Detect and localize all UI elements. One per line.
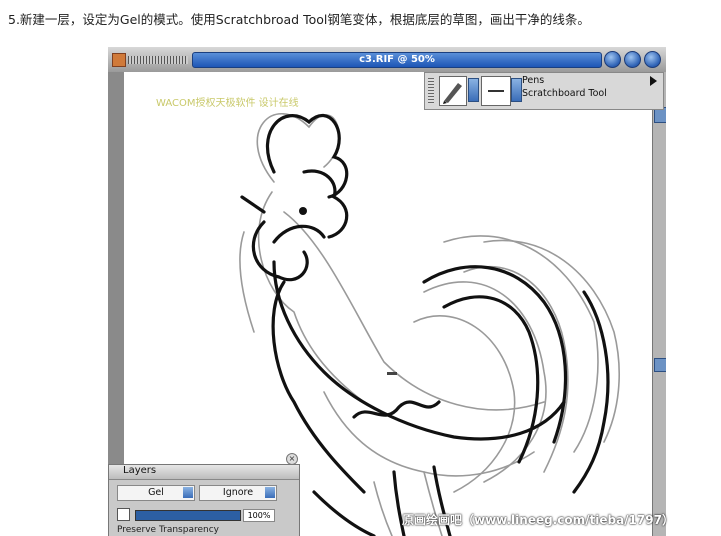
painter-screenshot: c3.RIF @ 50% WACOM授权天极软件 设计在线 Pens Scrat… (108, 47, 666, 536)
close-button[interactable] (644, 51, 661, 68)
composite-depth-value: Ignore (222, 487, 254, 498)
instruction-caption: 5.新建一层，设定为Gel的模式。使用Scratchbroad Tool钢笔变体… (8, 12, 590, 27)
document-title: c3.RIF @ 50% (192, 52, 602, 68)
chevron-down-icon (265, 487, 275, 498)
canvas-watermark: WACOM授权天极软件 设计在线 (156, 98, 299, 109)
brush-variant-dropdown[interactable] (511, 78, 522, 102)
pen-brush-icon[interactable] (439, 76, 467, 106)
layers-close-icon[interactable]: × (286, 453, 298, 465)
panel-grip[interactable] (428, 78, 434, 104)
document-icon (112, 53, 126, 67)
composite-method-value: Gel (148, 487, 164, 498)
rooster-eye (299, 207, 307, 215)
layers-title: Layers (123, 465, 157, 476)
panel-menu-arrow-icon[interactable] (650, 76, 657, 86)
opacity-slider[interactable] (135, 510, 241, 521)
maximize-button[interactable] (624, 51, 641, 68)
brush-category-label: Pens (522, 75, 545, 86)
cursor-marker (387, 372, 397, 375)
opacity-value[interactable]: 100% (243, 509, 275, 522)
composite-method-select[interactable]: Gel (117, 485, 195, 501)
brush-category-dropdown[interactable] (468, 78, 479, 102)
brush-selector-bar: Pens Scratchboard Tool (424, 72, 664, 110)
scroll-thumb[interactable] (654, 358, 666, 372)
chevron-down-icon (183, 487, 193, 498)
brush-variant-label: Scratchboard Tool (522, 88, 607, 99)
footer-watermark: 原画绘画吧（www.lineeg.com/tieba/1797） (402, 513, 674, 527)
layers-panel: × Layers Gel Ignore 100% Preserve Transp… (108, 453, 300, 536)
composite-depth-select[interactable]: Ignore (199, 485, 277, 501)
layers-panel-header[interactable]: Layers (109, 465, 299, 480)
preserve-transparency-checkbox[interactable]: Preserve Transparency (117, 525, 219, 535)
stroke-preview (481, 76, 511, 106)
layer-icon[interactable] (117, 508, 130, 521)
document-titlebar[interactable]: c3.RIF @ 50% (108, 47, 666, 72)
titlebar-grip[interactable] (128, 56, 188, 64)
vertical-scrollbar[interactable] (652, 72, 666, 536)
minimize-button[interactable] (604, 51, 621, 68)
